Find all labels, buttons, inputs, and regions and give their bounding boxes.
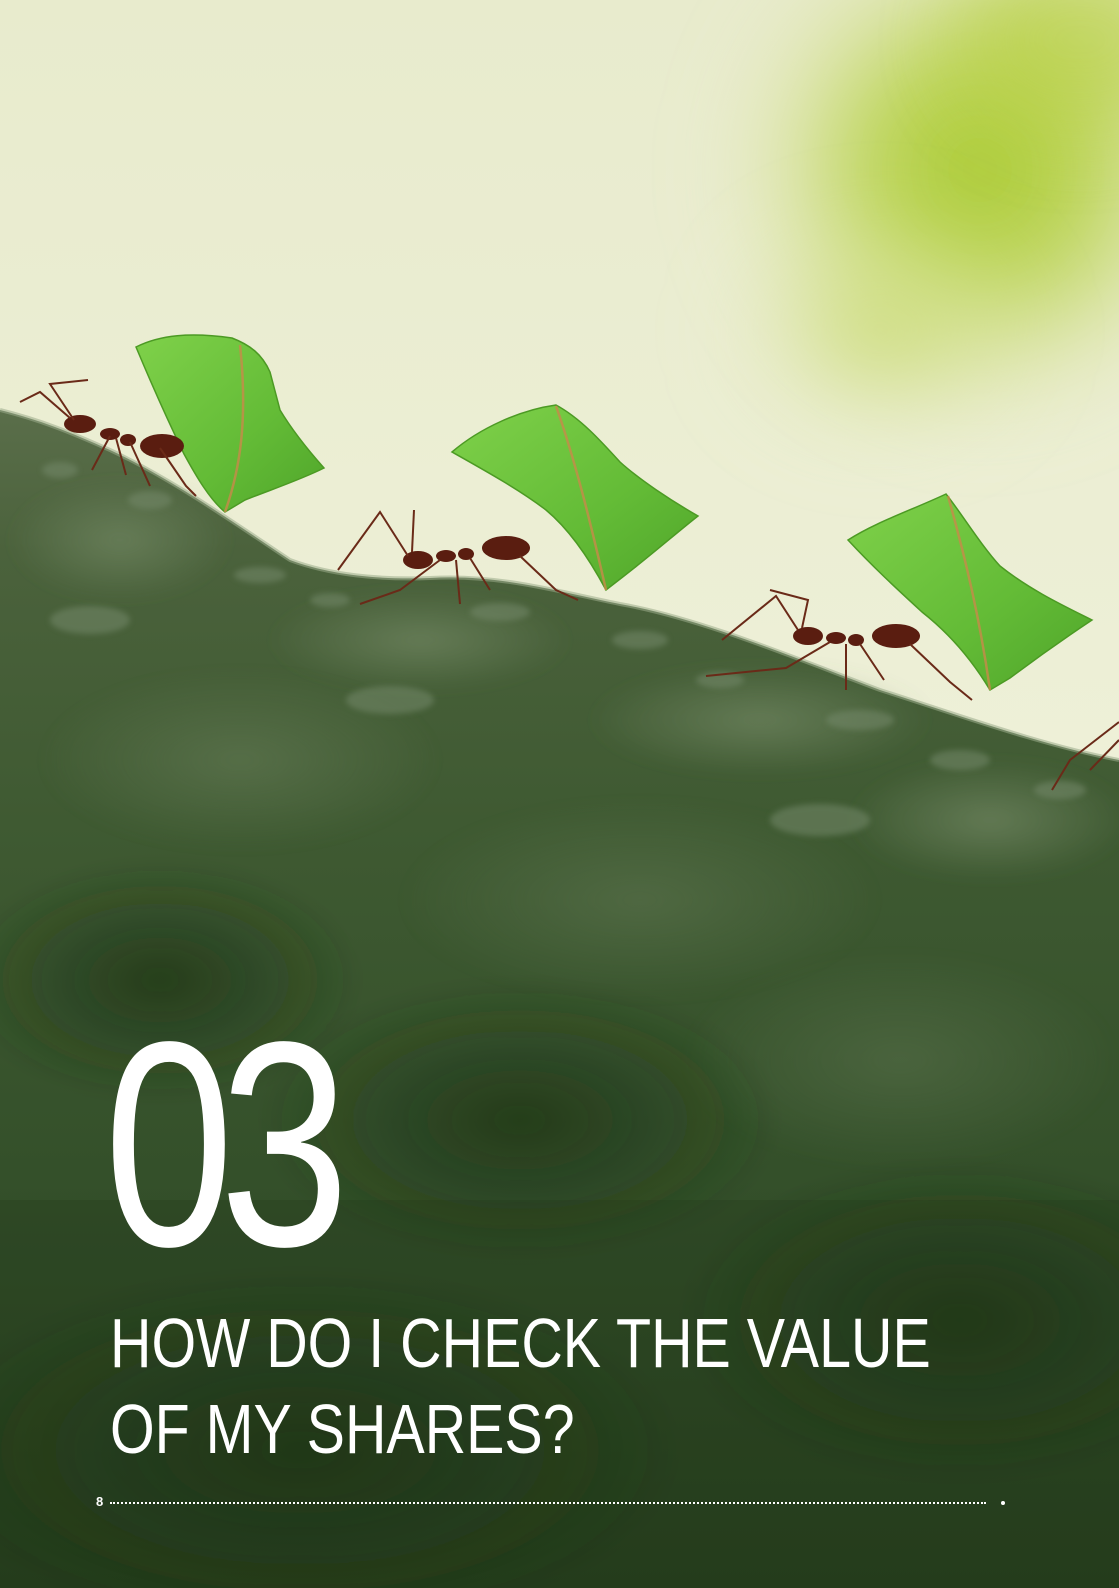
rule-end-dot bbox=[1001, 1501, 1005, 1505]
dotted-rule bbox=[110, 1502, 986, 1504]
page-number: 8 bbox=[96, 1494, 104, 1509]
brochure-page: 03 HOW DO I CHECK THE VALUE OF MY SHARES… bbox=[0, 0, 1119, 1588]
page-footer: 8 bbox=[96, 1492, 1008, 1512]
chapter-title-line-2: OF MY SHARES? bbox=[110, 1390, 575, 1468]
chapter-number: 03 bbox=[104, 981, 349, 1307]
chapter-title-line-1: HOW DO I CHECK THE VALUE bbox=[110, 1304, 931, 1382]
chapter-title: HOW DO I CHECK THE VALUE OF MY SHARES? bbox=[110, 1300, 931, 1472]
